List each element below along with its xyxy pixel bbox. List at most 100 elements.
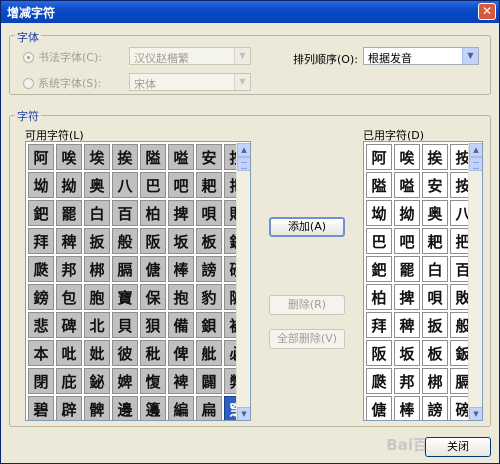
delete-all-button[interactable]: 全部删除(V): [269, 329, 345, 349]
available-char-cell[interactable]: 梆: [84, 256, 110, 282]
used-char-cell[interactable]: 罷: [394, 256, 420, 282]
used-char-cell[interactable]: 挨: [422, 144, 448, 170]
available-char-cell[interactable]: 白: [84, 200, 110, 226]
used-char-cell[interactable]: 傏: [366, 396, 392, 420]
used-char-cell[interactable]: 稗: [394, 312, 420, 338]
used-char-cell[interactable]: 捭: [394, 284, 420, 310]
scroll-thumb[interactable]: [469, 157, 482, 171]
chevron-down-icon[interactable]: ▼: [234, 48, 250, 64]
available-char-cell[interactable]: 包: [56, 284, 82, 310]
used-char-cell[interactable]: 鈀: [366, 256, 392, 282]
scroll-down-icon[interactable]: ▼: [469, 407, 482, 420]
available-char-cell[interactable]: 稗: [56, 228, 82, 254]
available-char-cell[interactable]: 唄: [196, 200, 222, 226]
used-char-cell[interactable]: 耙: [422, 228, 448, 254]
used-char-cell[interactable]: 唉: [394, 144, 420, 170]
available-char-cell[interactable]: 鎊: [28, 284, 54, 310]
available-char-cell[interactable]: 百: [112, 200, 138, 226]
available-char-cell[interactable]: 謗: [196, 256, 222, 282]
available-char-cell[interactable]: 罷: [56, 200, 82, 226]
available-char-cell[interactable]: 胞: [84, 284, 110, 310]
system-font-select[interactable]: 宋体 ▼: [129, 73, 251, 91]
available-char-cell[interactable]: 豹: [196, 284, 222, 310]
used-char-cell[interactable]: 唄: [422, 284, 448, 310]
available-char-cell[interactable]: 俾: [168, 340, 194, 366]
available-char-cell[interactable]: 保: [140, 284, 166, 310]
available-char-cell[interactable]: 吡: [56, 340, 82, 366]
available-char-cell[interactable]: 貝: [112, 312, 138, 338]
available-char-cell[interactable]: 悲: [28, 312, 54, 338]
available-char-cell[interactable]: 備: [168, 312, 194, 338]
scroll-down-icon[interactable]: ▼: [237, 407, 250, 420]
scroll-up-icon[interactable]: ▲: [469, 143, 482, 157]
available-char-cell[interactable]: 北: [84, 312, 110, 338]
used-char-cell[interactable]: 巴: [366, 228, 392, 254]
available-char-cell[interactable]: 庇: [56, 368, 82, 394]
available-chars-list[interactable]: 阿唉埃挨隘嗌安按坳拗奥八巴吧耙把鈀罷白百柏捭唄敗拜稗扳般阪坂板鈑瓞邦梆膈傏棒謗磅…: [25, 141, 251, 421]
available-char-cell[interactable]: 安: [196, 144, 222, 170]
available-char-cell[interactable]: 邦: [56, 256, 82, 282]
used-char-cell[interactable]: 扳: [422, 312, 448, 338]
used-char-cell[interactable]: 邦: [394, 368, 420, 394]
used-char-cell[interactable]: 瓞: [366, 368, 392, 394]
used-scrollbar[interactable]: ▲ ▼: [468, 143, 482, 420]
available-char-cell[interactable]: 鈀: [28, 200, 54, 226]
system-radio[interactable]: [23, 77, 34, 89]
available-char-cell[interactable]: 板: [196, 228, 222, 254]
available-char-cell[interactable]: 彼: [112, 340, 138, 366]
available-char-cell[interactable]: 闢: [196, 368, 222, 394]
calligraphy-radio[interactable]: [23, 51, 34, 63]
used-char-cell[interactable]: 阿: [366, 144, 392, 170]
calligraphy-font-select[interactable]: 汉仪赵楷繁 ▼: [129, 47, 251, 65]
add-button[interactable]: 添加(A): [269, 217, 345, 237]
calligraphy-radio-row[interactable]: 书法字体(C):: [23, 49, 102, 65]
available-char-cell[interactable]: 扁: [196, 396, 222, 420]
available-char-cell[interactable]: 柏: [140, 200, 166, 226]
used-char-cell[interactable]: 拜: [366, 312, 392, 338]
available-char-cell[interactable]: 編: [168, 396, 194, 420]
available-char-cell[interactable]: 阿: [28, 144, 54, 170]
scroll-thumb[interactable]: [237, 157, 250, 171]
available-char-cell[interactable]: 般: [112, 228, 138, 254]
used-char-cell[interactable]: 吧: [394, 228, 420, 254]
available-char-cell[interactable]: 狽: [140, 312, 166, 338]
used-chars-list[interactable]: 阿唉挨按隘嗌安按坳拗奥八巴吧耙把鈀罷白百柏捭唄敗拜稗扳般阪坂板鈑瓞邦梆膈傏棒謗磅…: [363, 141, 483, 421]
used-char-cell[interactable]: 坂: [394, 340, 420, 366]
used-char-cell[interactable]: 嗌: [394, 172, 420, 198]
available-char-cell[interactable]: 婢: [112, 368, 138, 394]
available-char-cell[interactable]: 鋇: [196, 312, 222, 338]
available-char-cell[interactable]: 扳: [84, 228, 110, 254]
used-char-cell[interactable]: 隘: [366, 172, 392, 198]
available-char-cell[interactable]: 裨: [168, 368, 194, 394]
system-radio-row[interactable]: 系统字体(S):: [23, 75, 101, 91]
available-char-cell[interactable]: 坂: [168, 228, 194, 254]
available-char-cell[interactable]: 愎: [140, 368, 166, 394]
used-char-cell[interactable]: 奥: [422, 200, 448, 226]
available-char-cell[interactable]: 邊: [112, 396, 138, 420]
available-char-cell[interactable]: 秕: [140, 340, 166, 366]
available-char-cell[interactable]: 唉: [56, 144, 82, 170]
used-char-cell[interactable]: 柏: [366, 284, 392, 310]
available-char-cell[interactable]: 傏: [140, 256, 166, 282]
available-char-cell[interactable]: 瓞: [28, 256, 54, 282]
delete-button[interactable]: 删除(R): [269, 295, 345, 315]
used-char-cell[interactable]: 棒: [394, 396, 420, 420]
available-char-cell[interactable]: 挨: [112, 144, 138, 170]
available-char-cell[interactable]: 本: [28, 340, 54, 366]
available-char-cell[interactable]: 妣: [84, 340, 110, 366]
available-char-cell[interactable]: 舭: [196, 340, 222, 366]
used-char-cell[interactable]: 坳: [366, 200, 392, 226]
available-scrollbar[interactable]: ▲ ▼: [236, 143, 250, 420]
title-close-button[interactable]: ✕: [478, 3, 496, 20]
available-char-cell[interactable]: 籩: [140, 396, 166, 420]
available-char-cell[interactable]: 膈: [112, 256, 138, 282]
used-char-cell[interactable]: 梆: [422, 368, 448, 394]
available-char-cell[interactable]: 奥: [84, 172, 110, 198]
available-char-cell[interactable]: 辟: [56, 396, 82, 420]
available-char-cell[interactable]: 寶: [112, 284, 138, 310]
used-char-cell[interactable]: 安: [422, 172, 448, 198]
available-char-cell[interactable]: 嗌: [168, 144, 194, 170]
available-char-cell[interactable]: 坳: [28, 172, 54, 198]
available-char-cell[interactable]: 拗: [56, 172, 82, 198]
available-char-cell[interactable]: 抱: [168, 284, 194, 310]
